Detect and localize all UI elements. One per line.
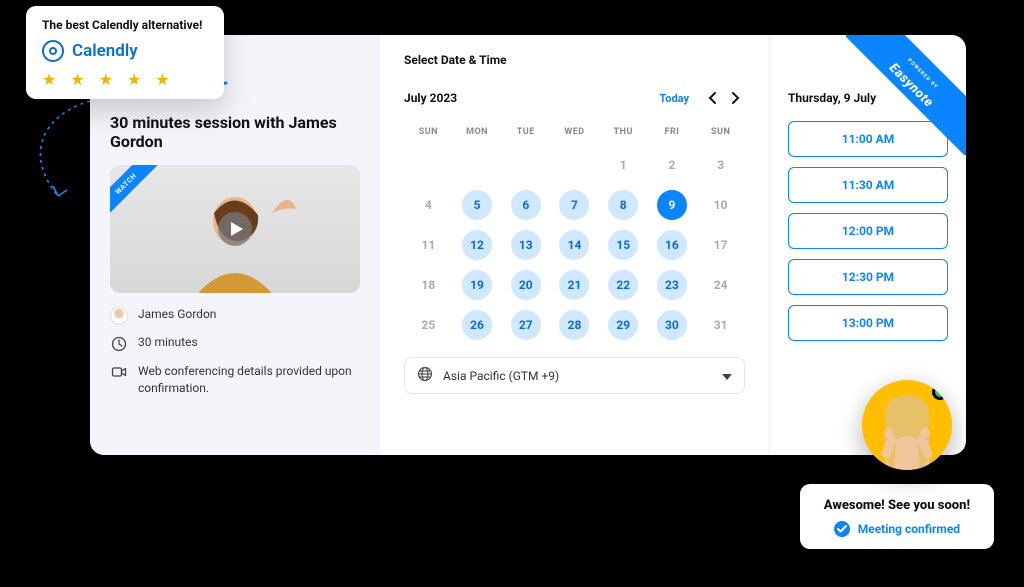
duration-text: 30 minutes (138, 335, 198, 349)
prev-month-button[interactable] (703, 89, 721, 107)
online-status-dot (932, 384, 948, 400)
calendar-day: 4 (413, 190, 443, 220)
host-name: James Gordon (138, 307, 216, 321)
calendar-day[interactable]: 21 (559, 270, 589, 300)
selected-date-label: Thursday, 9 July (788, 91, 948, 105)
confirmation-card: Awesome! See you soon! Meeting confirmed (800, 484, 994, 549)
confirm-status: Meeting confirmed (858, 522, 960, 536)
calendar-day: 2 (657, 150, 687, 180)
timeslot-button[interactable]: 12:30 PM (788, 259, 948, 295)
session-title: 30 minutes session with James Gordon (110, 113, 360, 151)
weekday-label: THU (599, 127, 648, 137)
watch-ribbon: WATCH (110, 165, 161, 219)
caret-down-icon (722, 369, 732, 383)
calendar-day[interactable]: 14 (559, 230, 589, 260)
calendar-day[interactable]: 8 (608, 190, 638, 220)
weekday-label: WED (550, 127, 599, 137)
timeslot-button[interactable]: 11:30 AM (788, 167, 948, 203)
duration-row: 30 minutes (110, 335, 360, 353)
globe-icon (417, 366, 433, 385)
booking-card: POWERED BY Easynote Easynote 30 minutes … (90, 35, 966, 455)
weekday-label: SUN (404, 127, 453, 137)
next-month-button[interactable] (727, 89, 745, 107)
calendar-day[interactable]: 19 (462, 270, 492, 300)
calendar-day[interactable]: 15 (608, 230, 638, 260)
location-row: Web conferencing details provided upon c… (110, 363, 360, 397)
calendar-day[interactable]: 22 (608, 270, 638, 300)
clock-icon (110, 335, 128, 353)
calendar-day: 11 (413, 230, 443, 260)
calendar-day: 17 (706, 230, 736, 260)
calendar-day[interactable]: 9 (657, 190, 687, 220)
calendar-column: Select Date & Time July 2023 Today SUNM (380, 35, 770, 455)
calendly-tooltip: The best Calendly alternative! Calendly … (26, 6, 224, 99)
tooltip-headline: The best Calendly alternative! (42, 18, 208, 32)
calendar-day[interactable]: 7 (559, 190, 589, 220)
calendar-day[interactable]: 12 (462, 230, 492, 260)
chevron-left-icon (708, 92, 716, 104)
calendly-brand-text: Calendly (72, 41, 138, 61)
calendar-day[interactable]: 20 (511, 270, 541, 300)
weekday-label: FRI (648, 127, 697, 137)
chevron-right-icon (732, 92, 740, 104)
weekday-label: MON (453, 127, 502, 137)
weekday-label: SUN (696, 127, 745, 137)
avatar-icon (110, 307, 128, 325)
intro-video[interactable]: WATCH (110, 165, 360, 293)
timezone-select[interactable]: Asia Pacific (GTM +9) (404, 357, 745, 394)
calendar-day: 18 (413, 270, 443, 300)
timeslot-button[interactable]: 13:00 PM (788, 305, 948, 341)
host-row: James Gordon (110, 307, 360, 325)
calendar-day: 25 (413, 310, 443, 340)
calendar-day[interactable]: 26 (462, 310, 492, 340)
month-label: July 2023 (404, 91, 457, 105)
calendar-day: 10 (706, 190, 736, 220)
calendar-day: 1 (608, 150, 638, 180)
check-icon (834, 521, 850, 537)
calendar-day[interactable]: 5 (462, 190, 492, 220)
today-link[interactable]: Today (659, 92, 689, 105)
play-button[interactable] (218, 212, 252, 246)
calendar-day: 24 (706, 270, 736, 300)
select-title: Select Date & Time (404, 53, 745, 67)
calendar-day[interactable]: 6 (511, 190, 541, 220)
calendar-day[interactable]: 29 (608, 310, 638, 340)
calendar-day: 31 (706, 310, 736, 340)
calendly-brand: Calendly (42, 40, 208, 62)
location-text: Web conferencing details provided upon c… (138, 363, 360, 397)
confirmation-avatar (862, 380, 952, 470)
calendar-day[interactable]: 27 (511, 310, 541, 340)
calendar-day[interactable]: 23 (657, 270, 687, 300)
calendar-day[interactable]: 28 (559, 310, 589, 340)
calendar-day[interactable]: 30 (657, 310, 687, 340)
rating-stars: ★ ★ ★ ★ ★ (42, 70, 208, 89)
play-icon (231, 222, 243, 236)
timezone-value: Asia Pacific (GTM +9) (443, 369, 559, 383)
calendar-day: 3 (706, 150, 736, 180)
weekday-header: SUNMONTUEWEDTHUFRISUN (404, 127, 745, 137)
timeslot-button[interactable]: 11:00 AM (788, 121, 948, 157)
timeslot-button[interactable]: 12:00 PM (788, 213, 948, 249)
calendar-day[interactable]: 16 (657, 230, 687, 260)
weekday-label: TUE (501, 127, 550, 137)
confirm-headline: Awesome! See you soon! (824, 498, 970, 513)
video-icon (110, 363, 128, 381)
calendar-grid: 1234567891011121314151617181920212223242… (404, 147, 745, 343)
calendar-day[interactable]: 13 (511, 230, 541, 260)
calendly-logo-icon (42, 40, 64, 62)
